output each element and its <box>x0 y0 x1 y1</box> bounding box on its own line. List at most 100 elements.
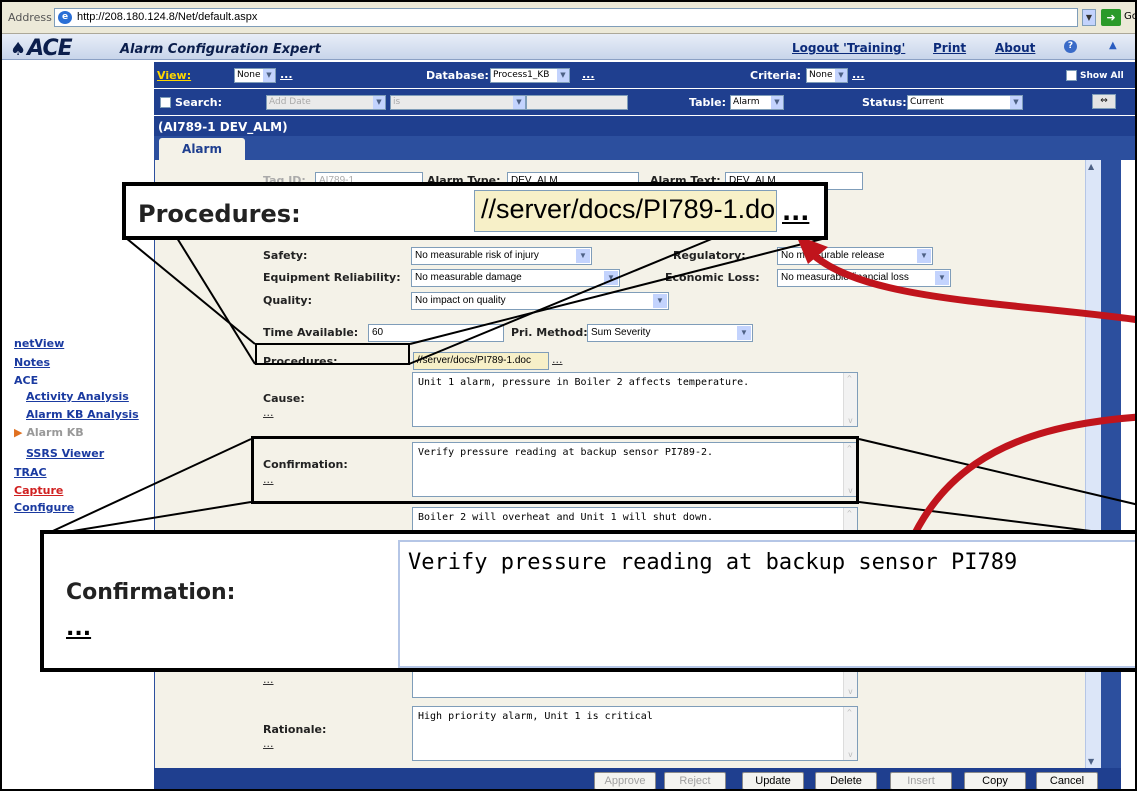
chevron-down-icon: ▼ <box>604 271 618 285</box>
safety-select[interactable]: No measurable risk of injury ▼ <box>411 247 592 265</box>
status-select[interactable]: Current ▼ <box>907 95 1023 110</box>
corrective-action-more-link[interactable]: ... <box>263 673 274 686</box>
url-input[interactable]: http://208.180.124.8/Net/default.aspx <box>54 8 1078 27</box>
go-button[interactable]: Go <box>1124 11 1135 22</box>
sidebar-item-alarm-kb-analysis[interactable]: Alarm KB Analysis <box>26 408 139 421</box>
sidebar-item-label: Alarm KB <box>26 426 84 439</box>
view-label[interactable]: View: <box>157 69 191 82</box>
view-more-link[interactable]: ... <box>280 68 293 81</box>
form-scrollbar[interactable]: ▲ ▼ <box>1085 160 1101 768</box>
time-available-field[interactable]: 60 <box>368 324 504 342</box>
database-value: Process1_KB <box>493 70 550 80</box>
delete-button[interactable]: Delete <box>815 772 877 789</box>
rationale-more-link[interactable]: ... <box>263 737 274 750</box>
pri-method-select[interactable]: Sum Severity ▼ <box>587 324 753 342</box>
database-select[interactable]: Process1_KB ▼ <box>490 68 570 83</box>
procedures-source-outline <box>255 343 410 365</box>
table-label: Table: <box>689 96 727 109</box>
search-label: Search: <box>175 96 222 109</box>
sidebar-item-trac[interactable]: TRAC <box>14 466 47 479</box>
sidebar-item-notes[interactable]: Notes <box>14 356 50 369</box>
procedures-zoom-callout: Procedures: //server/docs/PI789-1.doc ..… <box>122 182 828 240</box>
search-checkbox[interactable] <box>160 97 171 108</box>
database-label: Database: <box>426 69 489 82</box>
logo-text: ACE <box>27 36 73 61</box>
sidebar-item-activity-analysis[interactable]: Activity Analysis <box>26 390 129 403</box>
callout-confirmation-field: Verify pressure reading at backup sensor… <box>398 540 1135 668</box>
cause-text: Unit 1 alarm, pressure in Boiler 2 affec… <box>418 377 750 388</box>
criteria-more-link[interactable]: ... <box>852 68 865 81</box>
callout-procedures-dots: ... <box>782 198 810 226</box>
insert-button[interactable]: Insert <box>890 772 952 789</box>
economic-loss-value: No measurable financial loss <box>781 272 909 283</box>
chevron-down-icon: ▼ <box>557 69 569 82</box>
view-select[interactable]: None ▼ <box>234 68 276 83</box>
sidebar-item-netview[interactable]: netView <box>14 337 64 350</box>
equipment-reliability-select[interactable]: No measurable damage ▼ <box>411 269 620 287</box>
show-all-checkbox[interactable] <box>1066 70 1077 81</box>
chevron-down-icon: ▼ <box>576 249 590 263</box>
approve-button[interactable]: Approve <box>594 772 656 789</box>
safety-label: Safety: <box>263 249 308 262</box>
caret-right-icon: ▶ <box>14 426 23 439</box>
callout-procedures-label: Procedures: <box>138 200 301 228</box>
quality-select[interactable]: No impact on quality ▼ <box>411 292 669 310</box>
criteria-value: None <box>809 70 833 80</box>
scroll-up-icon[interactable]: ▲ <box>1088 162 1094 171</box>
textarea-scrollbar[interactable] <box>843 373 857 426</box>
scroll-up-icon[interactable]: ▲ <box>1109 40 1117 51</box>
logout-link[interactable]: Logout 'Training' <box>792 41 905 55</box>
chevron-down-icon: ▼ <box>373 96 385 109</box>
textarea-scrollbar[interactable] <box>843 707 857 760</box>
tab-alarm[interactable]: Alarm <box>159 138 245 160</box>
help-icon[interactable]: ? <box>1064 40 1077 53</box>
sidebar-item-alarm-kb[interactable]: ▶ Alarm KB <box>14 426 84 439</box>
about-link[interactable]: About <box>995 41 1035 55</box>
collapse-toggle-icon[interactable]: ⇔ <box>1092 94 1116 109</box>
search-filter-bar: Search: Add Date ▼ is ▼ Table: Alarm ▼ Stat… <box>154 89 1135 115</box>
chevron-down-icon: ▼ <box>1010 96 1022 109</box>
regulatory-label: Regulatory: <box>673 249 746 262</box>
procedures-field[interactable]: //server/docs/PI789-1.doc <box>413 352 549 370</box>
print-link[interactable]: Print <box>933 41 966 55</box>
action-bar: Approve Reject Update Delete Insert Copy… <box>154 768 1121 789</box>
procedures-browse-link[interactable]: ... <box>552 353 563 366</box>
update-button[interactable]: Update <box>742 772 804 789</box>
rationale-label: Rationale: <box>263 723 327 736</box>
callout-confirmation-label: Confirmation: <box>66 580 236 605</box>
cause-textarea[interactable]: Unit 1 alarm, pressure in Boiler 2 affec… <box>412 372 858 427</box>
chevron-down-icon: ▼ <box>737 326 751 340</box>
sidebar-item-ace[interactable]: ACE <box>14 374 38 387</box>
app-title: Alarm Configuration Expert <box>120 42 321 57</box>
table-select[interactable]: Alarm ▼ <box>730 95 784 110</box>
copy-button[interactable]: Copy <box>964 772 1026 789</box>
search-field-select[interactable]: Add Date ▼ <box>266 95 386 110</box>
time-available-label: Time Available: <box>263 326 359 339</box>
search-value-input[interactable] <box>526 95 628 110</box>
scroll-down-icon[interactable]: ▼ <box>1088 757 1094 766</box>
equipment-reliability-label: Equipment Reliability: <box>263 271 401 284</box>
sidebar-item-capture[interactable]: Capture <box>14 484 63 497</box>
spade-icon: ♠ <box>10 39 26 60</box>
callout-procedures-field: //server/docs/PI789-1.doc <box>474 190 777 232</box>
go-arrow-icon[interactable]: ➜ <box>1101 9 1121 26</box>
cause-more-link[interactable]: ... <box>263 406 274 419</box>
view-filter-bar: View: None ▼ ... Database: Process1_KB ▼ .… <box>154 62 1135 88</box>
criteria-select[interactable]: None ▼ <box>806 68 848 83</box>
rationale-textarea[interactable]: High priority alarm, Unit 1 is critical <box>412 706 858 761</box>
quality-label: Quality: <box>263 294 312 307</box>
chevron-down-icon: ▼ <box>835 69 847 82</box>
chevron-down-icon: ▼ <box>513 96 525 109</box>
chevron-down-icon: ▼ <box>917 249 931 263</box>
cancel-button[interactable]: Cancel <box>1036 772 1098 789</box>
search-op-select[interactable]: is ▼ <box>390 95 526 110</box>
database-more-link[interactable]: ... <box>582 68 595 81</box>
sidebar-item-ssrs-viewer[interactable]: SSRS Viewer <box>26 447 104 460</box>
regulatory-select[interactable]: No measurable release ▼ <box>777 247 933 265</box>
chevron-down-icon: ▼ <box>935 271 949 285</box>
sidebar-item-configure[interactable]: Configure <box>14 501 74 514</box>
chevron-down-icon[interactable]: ▼ <box>1082 9 1096 26</box>
reject-button[interactable]: Reject <box>664 772 726 789</box>
economic-loss-select[interactable]: No measurable financial loss ▼ <box>777 269 951 287</box>
pri-method-value: Sum Severity <box>591 327 651 338</box>
